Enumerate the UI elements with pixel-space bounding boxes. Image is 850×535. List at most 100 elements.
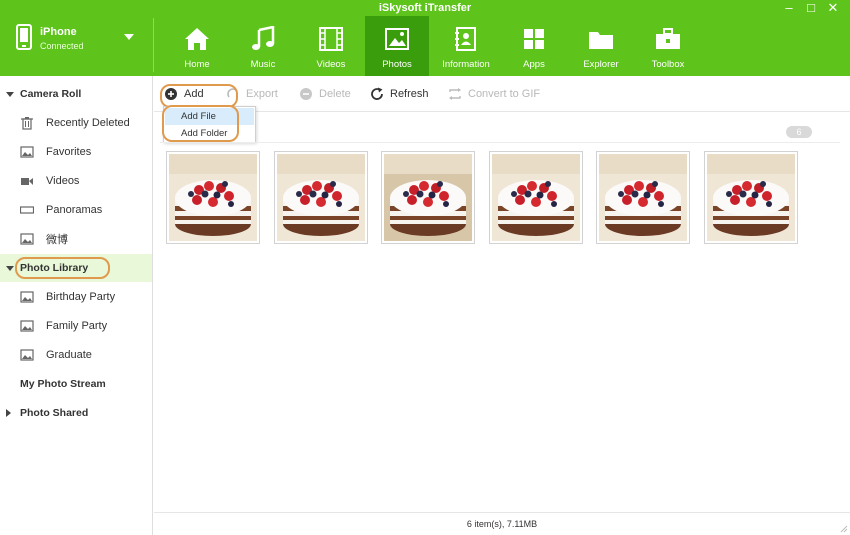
photo-thumbnail[interactable] [274, 151, 368, 244]
cake-photo [384, 154, 472, 241]
sidebar-item-favorites[interactable]: Favorites [0, 138, 152, 166]
device-name: iPhone [40, 26, 77, 38]
tab-information[interactable]: Information [429, 16, 503, 76]
tab-photos[interactable]: Photos [365, 16, 429, 76]
tab-home-label: Home [184, 59, 210, 70]
trash-icon [21, 117, 33, 130]
sidebar-item-label: Graduate [46, 349, 92, 361]
image-icon [20, 349, 34, 361]
device-status: Connected [40, 41, 84, 51]
film-icon [319, 27, 343, 51]
minimize-button[interactable]: – [778, 0, 800, 18]
sidebar-camera-roll[interactable]: Camera Roll [0, 80, 152, 108]
sidebar-item-videos[interactable]: Videos [0, 167, 152, 195]
chevron-down-icon[interactable] [124, 34, 134, 40]
minus-circle-icon [300, 88, 312, 100]
sidebar: Camera Roll Recently Deleted Favorites V… [0, 76, 153, 535]
delete-button-label: Delete [319, 88, 351, 100]
sidebar-item-label: Birthday Party [46, 291, 116, 303]
sidebar-item-label: Videos [46, 175, 80, 187]
sidebar-item-label: Panoramas [46, 204, 103, 216]
house-icon [185, 28, 209, 50]
sidebar-item-birthday-party[interactable]: Birthday Party [0, 283, 152, 311]
tab-toolbox[interactable]: Toolbox [637, 16, 699, 76]
device-selector[interactable]: iPhone Connected [0, 16, 153, 76]
music-note-icon [252, 26, 275, 50]
export-icon [227, 88, 238, 98]
tab-videos[interactable]: Videos [297, 16, 365, 76]
status-bar: 6 item(s), 7.11MB [154, 512, 850, 535]
contacts-book-icon [455, 27, 476, 51]
image-icon [20, 233, 34, 245]
plus-circle-icon [165, 88, 177, 100]
panorama-icon [20, 206, 34, 214]
export-button-label: Export [246, 88, 278, 100]
image-icon [20, 146, 34, 158]
sidebar-my-photo-stream[interactable]: My Photo Stream [0, 370, 152, 398]
sidebar-item-label: Family Party [46, 320, 108, 332]
photo-thumbnail[interactable] [381, 151, 475, 244]
folder-icon [589, 32, 613, 49]
tab-information-label: Information [442, 59, 490, 70]
delete-button[interactable]: Delete [299, 76, 351, 112]
photo-thumbnail[interactable] [489, 151, 583, 244]
sidebar-item-label: Favorites [46, 146, 92, 158]
sidebar-item-weibo[interactable]: 微博 [0, 225, 152, 253]
refresh-button-label: Refresh [390, 88, 429, 100]
phone-icon [16, 24, 32, 50]
add-file-menu-item[interactable]: Add File [165, 108, 254, 125]
image-icon [20, 320, 34, 332]
sidebar-photo-library-label: Photo Library [20, 262, 89, 274]
expand-triangle-icon[interactable] [6, 265, 14, 271]
sidebar-item-graduate[interactable]: Graduate [0, 341, 152, 369]
main-nav: Home Music Videos Photos Information App… [165, 16, 699, 76]
tab-apps[interactable]: Apps [503, 16, 565, 76]
tab-apps-label: Apps [523, 59, 545, 70]
cake-photo [277, 154, 365, 241]
content-divider [160, 142, 840, 143]
resize-grip-icon[interactable] [840, 525, 848, 533]
maximize-button[interactable]: □ [800, 0, 822, 18]
sidebar-camera-roll-label: Camera Roll [20, 88, 82, 100]
tab-photos-label: Photos [382, 59, 412, 70]
photo-thumbnail[interactable] [704, 151, 798, 244]
close-button[interactable]: ✕ [822, 0, 844, 18]
sidebar-item-label: 微博 [46, 234, 68, 246]
sidebar-item-recently-deleted[interactable]: Recently Deleted [0, 109, 152, 137]
sidebar-photo-shared-label: Photo Shared [20, 407, 89, 419]
convert-to-gif-label: Convert to GIF [468, 88, 541, 100]
status-text: 6 item(s), 7.11MB [466, 519, 538, 529]
tab-toolbox-label: Toolbox [651, 59, 685, 70]
sidebar-item-panoramas[interactable]: Panoramas [0, 196, 152, 224]
tab-explorer-label: Explorer [583, 59, 619, 70]
cake-photo [707, 154, 795, 241]
expand-triangle-icon[interactable] [6, 409, 11, 417]
photo-thumbnail[interactable] [596, 151, 690, 244]
convert-to-gif-button[interactable]: Convert to GIF [448, 76, 540, 112]
photo-thumbnail[interactable] [166, 151, 260, 244]
tab-music[interactable]: Music [229, 16, 297, 76]
sidebar-photo-shared[interactable]: Photo Shared [0, 399, 152, 427]
app-title: iSkysoft iTransfer [378, 2, 472, 14]
picture-icon [385, 28, 409, 50]
toolbar: Add Export Delete Refresh Convert to GIF [154, 76, 850, 112]
app-header: iSkysoft iTransfer – □ ✕ iPhone Connecte… [0, 0, 850, 76]
sidebar-item-label: Recently Deleted [46, 117, 130, 129]
tab-home[interactable]: Home [165, 16, 229, 76]
cake-photo [492, 154, 580, 241]
add-button-label: Add [184, 88, 204, 100]
cake-photo [599, 154, 687, 241]
convert-icon [449, 88, 461, 100]
sidebar-photo-library[interactable]: Photo Library [0, 254, 152, 282]
window-controls: – □ ✕ [778, 0, 844, 18]
tab-videos-label: Videos [316, 59, 346, 70]
cake-photo [169, 154, 257, 241]
refresh-button[interactable]: Refresh [370, 76, 429, 112]
expand-triangle-icon[interactable] [6, 91, 14, 97]
sidebar-item-family-party[interactable]: Family Party [0, 312, 152, 340]
refresh-icon [371, 87, 383, 100]
add-folder-menu-item[interactable]: Add Folder [165, 125, 254, 142]
tab-explorer[interactable]: Explorer [565, 16, 637, 76]
image-icon [20, 291, 34, 303]
tab-music-label: Music [250, 59, 276, 70]
